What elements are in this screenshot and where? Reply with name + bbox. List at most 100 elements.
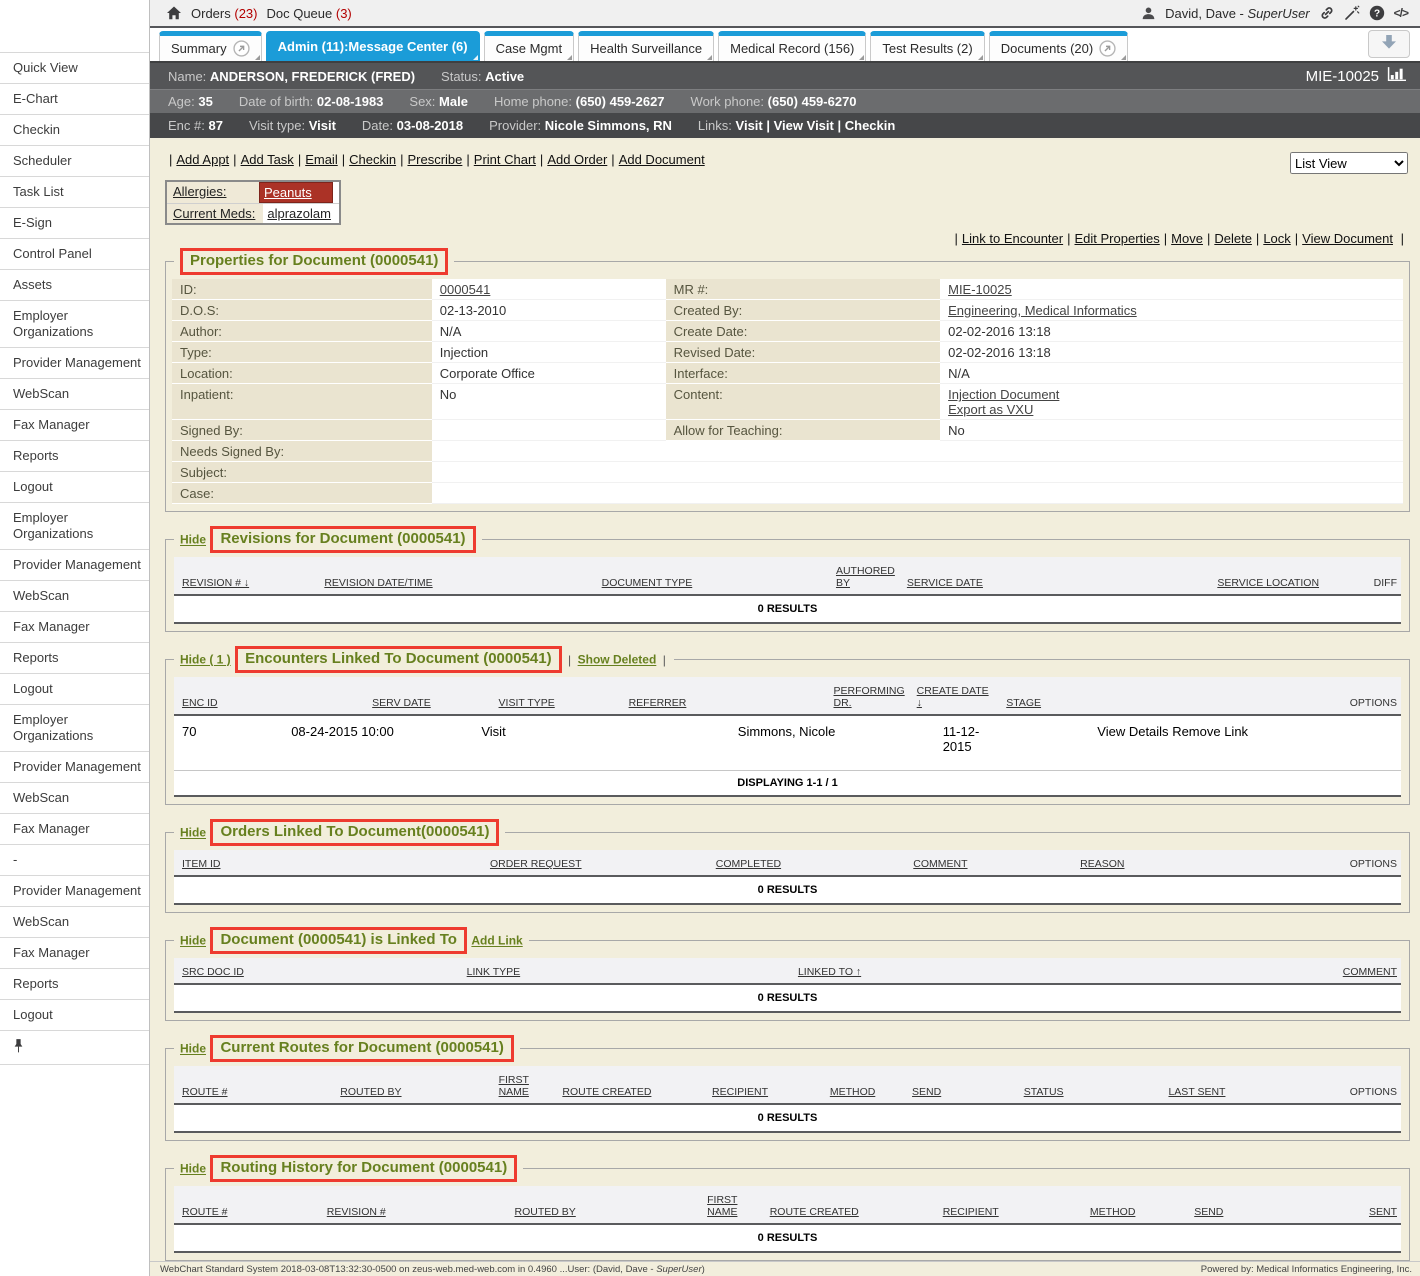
doc-queue-link[interactable]: Doc Queue (3)	[266, 6, 351, 21]
sidebar-pin-toggle[interactable]	[0, 1030, 149, 1065]
column-header[interactable]: ENC ID	[174, 697, 364, 709]
show-deleted-link[interactable]: Show Deleted	[578, 653, 657, 667]
med-alprazolam-link[interactable]: alprazolam	[267, 206, 331, 221]
document-action-link[interactable]: Lock	[1263, 231, 1290, 246]
column-header[interactable]: CREATE DATE ↓	[909, 685, 999, 709]
export-as-vxu-link[interactable]: Export as VXU	[948, 402, 1395, 417]
sidebar-item[interactable]: Provider Management	[0, 347, 149, 378]
sidebar-item[interactable]: Task List	[0, 176, 149, 207]
tab-documents[interactable]: Documents (20)	[989, 31, 1128, 61]
column-header[interactable]: FIRST NAME	[699, 1194, 762, 1218]
column-header[interactable]: SERVICE DATE	[899, 577, 1209, 589]
sidebar-item[interactable]: Checkin	[0, 114, 149, 145]
sidebar-item[interactable]: WebScan	[0, 782, 149, 813]
sidebar-item[interactable]: Provider Management	[0, 875, 149, 906]
column-header[interactable]: METHOD	[1082, 1206, 1186, 1218]
column-header[interactable]: RECIPIENT	[704, 1086, 822, 1098]
sidebar-item[interactable]: Employer Organizations	[0, 300, 149, 347]
column-header[interactable]: STATUS	[1016, 1086, 1161, 1098]
column-header[interactable]: COMMENT	[1335, 966, 1401, 978]
column-header[interactable]: ROUTE CREATED	[762, 1206, 935, 1218]
view-mode-select[interactable]: List View	[1290, 152, 1408, 174]
hide-revisions-link[interactable]: Hide	[180, 533, 206, 547]
column-header[interactable]: RECIPIENT	[935, 1206, 1082, 1218]
view-visit-link[interactable]: View Visit	[774, 118, 834, 133]
hide-encounters-link[interactable]: Hide ( 1 )	[180, 653, 231, 667]
column-header[interactable]: OPTIONS	[1342, 1086, 1401, 1098]
doc-id-link[interactable]: 0000541	[440, 282, 491, 297]
sidebar-item[interactable]: Provider Management	[0, 549, 149, 580]
home-icon[interactable]	[166, 6, 182, 20]
column-header[interactable]: ROUTE CREATED	[554, 1086, 704, 1098]
document-action-link[interactable]: Delete	[1214, 231, 1252, 246]
sidebar-item[interactable]: WebScan	[0, 580, 149, 611]
sidebar-item[interactable]: WebScan	[0, 378, 149, 409]
sidebar-item[interactable]: Employer Organizations	[0, 704, 149, 751]
sidebar-item[interactable]: Fax Manager	[0, 813, 149, 844]
column-header[interactable]: SRC DOC ID	[174, 966, 459, 978]
document-action-link[interactable]: Link to Encounter	[962, 231, 1063, 246]
document-action-link[interactable]: Move	[1171, 231, 1203, 246]
created-by-link[interactable]: Engineering, Medical Informatics	[948, 303, 1137, 318]
sidebar-item[interactable]: Reports	[0, 968, 149, 999]
chart-action-link[interactable]: Checkin	[349, 152, 396, 167]
sidebar-item[interactable]: Fax Manager	[0, 611, 149, 642]
column-header[interactable]: ITEM ID	[174, 858, 482, 870]
code-icon[interactable]: </>	[1394, 6, 1408, 20]
column-header[interactable]: STAGE	[998, 697, 1342, 709]
column-header[interactable]: DIFF	[1366, 577, 1401, 589]
column-header[interactable]: REASON	[1072, 858, 1342, 870]
column-header[interactable]: FIRST NAME	[491, 1074, 555, 1098]
column-header[interactable]: SERVICE LOCATION	[1209, 577, 1365, 589]
link-icon[interactable]	[1319, 5, 1335, 21]
sidebar-item[interactable]: Logout	[0, 999, 149, 1030]
help-icon[interactable]: ?	[1369, 5, 1385, 21]
popout-icon[interactable]	[233, 40, 250, 57]
column-header[interactable]: COMMENT	[905, 858, 1072, 870]
column-header[interactable]: AUTHORED BY	[828, 565, 899, 589]
sidebar-item[interactable]: Assets	[0, 269, 149, 300]
tab-test-results[interactable]: Test Results (2)	[870, 31, 984, 61]
sidebar-item[interactable]: E-Chart	[0, 83, 149, 114]
column-header[interactable]: ROUTED BY	[507, 1206, 700, 1218]
checkin-link[interactable]: Checkin	[845, 118, 896, 133]
magic-wand-icon[interactable]	[1344, 5, 1360, 21]
column-header[interactable]: SENT	[1361, 1206, 1401, 1218]
sidebar-item[interactable]: Quick View	[0, 52, 149, 83]
hide-routes-link[interactable]: Hide	[180, 1042, 206, 1056]
view-details-link[interactable]: View Details	[1097, 724, 1168, 739]
column-header[interactable]: LINKED TO ↑	[790, 966, 1335, 978]
add-link-link[interactable]: Add Link	[471, 934, 522, 948]
hide-linked-link[interactable]: Hide	[180, 934, 206, 948]
chart-action-link[interactable]: Add Order	[547, 152, 607, 167]
sidebar-item[interactable]: E-Sign	[0, 207, 149, 238]
chart-action-link[interactable]: Add Appt	[176, 152, 229, 167]
column-header[interactable]: ROUTE #	[174, 1086, 332, 1098]
tab-summary[interactable]: Summary	[159, 31, 262, 61]
allergy-peanuts-link[interactable]: Peanuts	[264, 185, 312, 200]
column-header[interactable]: OPTIONS	[1342, 858, 1401, 870]
sidebar-item[interactable]: Logout	[0, 673, 149, 704]
column-header[interactable]: ROUTE #	[174, 1206, 319, 1218]
column-header[interactable]: COMPLETED	[708, 858, 906, 870]
sidebar-item[interactable]: Provider Management	[0, 751, 149, 782]
bar-chart-icon[interactable]	[1387, 67, 1406, 86]
sidebar-item[interactable]: WebScan	[0, 906, 149, 937]
sidebar-item[interactable]: Reports	[0, 440, 149, 471]
chart-action-link[interactable]: Print Chart	[474, 152, 536, 167]
document-action-link[interactable]: Edit Properties	[1075, 231, 1160, 246]
mrn-link[interactable]: MIE-10025	[948, 282, 1012, 297]
column-header[interactable]: REVISION DATE/TIME	[316, 577, 593, 589]
column-header[interactable]: REFERRER	[621, 697, 826, 709]
document-action-link[interactable]: View Document	[1302, 231, 1393, 246]
sidebar-item[interactable]: Employer Organizations	[0, 502, 149, 549]
visit-link[interactable]: Visit	[736, 118, 763, 133]
column-header[interactable]: REVISION # ↓	[174, 577, 316, 589]
sidebar-item[interactable]: Control Panel	[0, 238, 149, 269]
injection-document-link[interactable]: Injection Document	[948, 387, 1395, 402]
sidebar-item[interactable]: -	[0, 844, 149, 875]
sidebar-item[interactable]: Fax Manager	[0, 937, 149, 968]
column-header[interactable]: OPTIONS	[1342, 697, 1401, 709]
chart-action-link[interactable]: Add Document	[619, 152, 705, 167]
column-header[interactable]: VISIT TYPE	[491, 697, 621, 709]
